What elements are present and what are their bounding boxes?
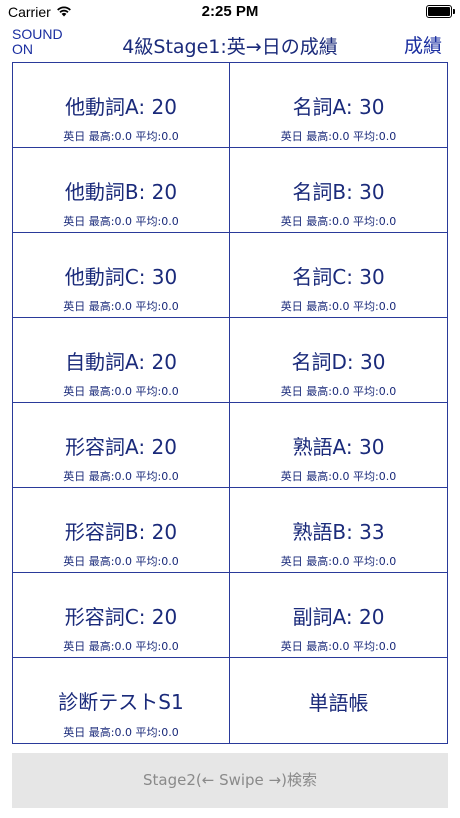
category-title: 熟語B: 33 xyxy=(292,520,385,544)
status-time: 2:25 PM xyxy=(201,3,259,20)
category-title: 診断テストS1 xyxy=(58,690,184,714)
category-title: 他動詞A: 20 xyxy=(65,95,177,119)
category-stats: 英日 最高:0.0 平均:0.0 xyxy=(63,555,179,568)
category-grid: 他動詞A: 20 英日 最高:0.0 平均:0.0 名詞A: 30 英日 最高:… xyxy=(12,62,448,744)
category-cell[interactable]: 名詞B: 30 英日 最高:0.0 平均:0.0 xyxy=(230,148,447,233)
battery-icon xyxy=(426,5,455,18)
category-stats: 英日 最高:0.0 平均:0.0 xyxy=(63,130,179,143)
sound-state-label: ON xyxy=(12,41,33,57)
category-cell[interactable]: 熟語A: 30 英日 最高:0.0 平均:0.0 xyxy=(230,403,447,488)
category-cell[interactable]: 他動詞B: 20 英日 最高:0.0 平均:0.0 xyxy=(13,148,230,233)
category-stats: 英日 最高:0.0 平均:0.0 xyxy=(280,300,397,313)
category-stats: 英日 最高:0.0 平均:0.0 xyxy=(280,215,397,228)
category-cell[interactable]: 他動詞C: 30 英日 最高:0.0 平均:0.0 xyxy=(13,233,230,318)
category-title: 副詞A: 20 xyxy=(292,605,385,629)
category-stats: 英日 最高:0.0 平均:0.0 xyxy=(63,640,179,653)
vocabulary-book-cell[interactable]: 単語帳 xyxy=(230,658,447,743)
category-title: 形容詞A: 20 xyxy=(65,435,177,459)
category-stats: 英日 最高:0.0 平均:0.0 xyxy=(63,385,179,398)
category-title: 他動詞B: 20 xyxy=(64,180,178,204)
category-stats: 英日 最高:0.0 平均:0.0 xyxy=(63,215,179,228)
category-title: 名詞C: 30 xyxy=(292,265,385,289)
category-title: 名詞D: 30 xyxy=(291,350,386,374)
results-button[interactable]: 成績 xyxy=(404,31,442,58)
category-stats: 英日 最高:0.0 平均:0.0 xyxy=(63,300,179,313)
category-stats: 英日 最高:0.0 平均:0.0 xyxy=(280,470,397,483)
category-stats: 英日 最高:0.0 平均:0.0 xyxy=(63,726,179,739)
category-cell[interactable]: 形容詞B: 20 英日 最高:0.0 平均:0.0 xyxy=(13,488,230,573)
category-stats: 英日 最高:0.0 平均:0.0 xyxy=(280,555,397,568)
category-title: 名詞B: 30 xyxy=(292,180,385,204)
category-cell[interactable]: 名詞D: 30 英日 最高:0.0 平均:0.0 xyxy=(230,318,447,403)
category-cell[interactable]: 名詞A: 30 英日 最高:0.0 平均:0.0 xyxy=(230,63,447,148)
category-title: 単語帳 xyxy=(308,691,369,715)
category-cell[interactable]: 熟語B: 33 英日 最高:0.0 平均:0.0 xyxy=(230,488,447,573)
stage2-search-button[interactable]: Stage2(← Swipe →)検索 xyxy=(12,753,448,808)
category-cell[interactable]: 副詞A: 20 英日 最高:0.0 平均:0.0 xyxy=(230,573,447,658)
category-title: 自動詞A: 20 xyxy=(65,350,177,374)
category-title: 熟語A: 30 xyxy=(292,435,385,459)
category-cell[interactable]: 他動詞A: 20 英日 最高:0.0 平均:0.0 xyxy=(13,63,230,148)
page-title: 4級Stage1:英→日の成績 xyxy=(122,36,338,58)
category-title: 名詞A: 30 xyxy=(292,95,385,119)
category-title: 他動詞C: 30 xyxy=(64,265,178,289)
category-stats: 英日 最高:0.0 平均:0.0 xyxy=(280,385,397,398)
category-title: 形容詞B: 20 xyxy=(64,520,178,544)
sound-label: SOUND xyxy=(12,26,63,42)
category-cell[interactable]: 名詞C: 30 英日 最高:0.0 平均:0.0 xyxy=(230,233,447,318)
category-stats: 英日 最高:0.0 平均:0.0 xyxy=(63,470,179,483)
category-cell[interactable]: 形容詞C: 20 英日 最高:0.0 平均:0.0 xyxy=(13,573,230,658)
category-stats: 英日 最高:0.0 平均:0.0 xyxy=(280,640,397,653)
category-cell[interactable]: 形容詞A: 20 英日 最高:0.0 平均:0.0 xyxy=(13,403,230,488)
category-stats: 英日 最高:0.0 平均:0.0 xyxy=(280,130,397,143)
diagnostic-test-cell[interactable]: 診断テストS1 英日 最高:0.0 平均:0.0 xyxy=(13,658,230,743)
nav-bar: SOUND ON 4級Stage1:英→日の成績 成績 xyxy=(0,24,460,62)
category-title: 形容詞C: 20 xyxy=(64,605,178,629)
status-bar: Carrier 2:25 PM xyxy=(0,0,460,24)
category-cell[interactable]: 自動詞A: 20 英日 最高:0.0 平均:0.0 xyxy=(13,318,230,403)
sound-toggle-button[interactable]: SOUND ON xyxy=(12,27,82,57)
